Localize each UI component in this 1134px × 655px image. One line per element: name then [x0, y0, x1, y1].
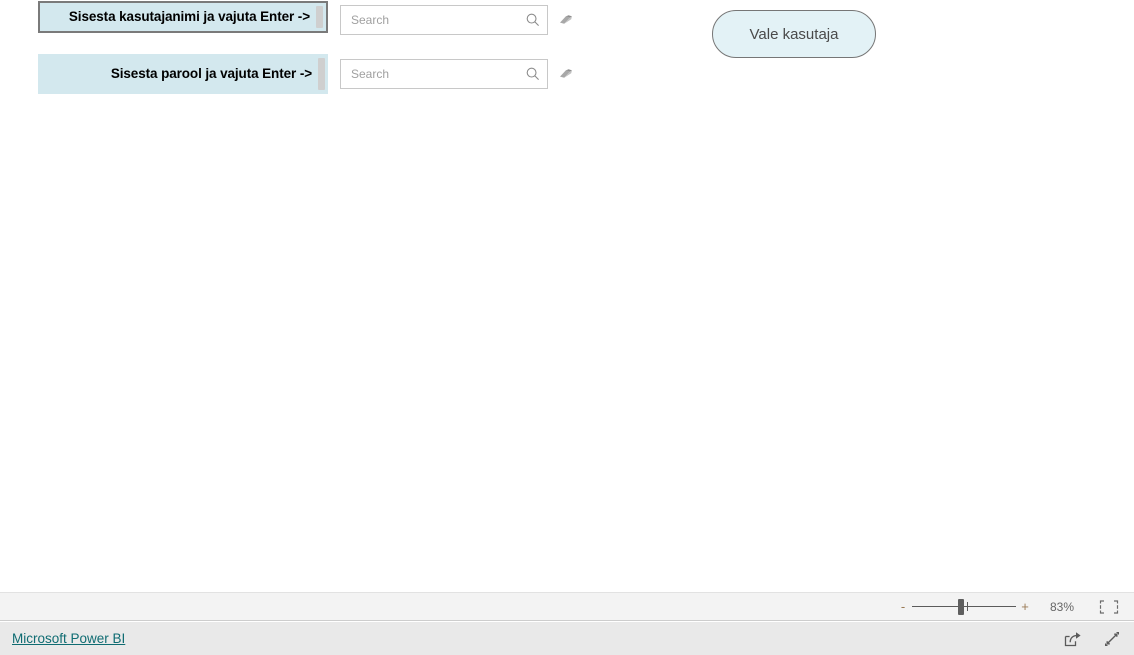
eraser-icon[interactable]	[556, 11, 574, 29]
search-input-username[interactable]	[351, 6, 521, 34]
search-box-username[interactable]	[340, 5, 548, 35]
search-icon	[526, 67, 539, 80]
microsoft-power-bi-link[interactable]: Microsoft Power BI	[12, 631, 125, 646]
wrong-user-button[interactable]: Vale kasutaja	[712, 10, 876, 58]
zoom-level-label: 83%	[1049, 599, 1075, 614]
eraser-icon[interactable]	[556, 65, 574, 83]
search-icon	[526, 13, 539, 26]
zoom-out-button[interactable]: -	[896, 600, 910, 613]
zoom-in-button[interactable]: +	[1018, 600, 1032, 613]
fit-to-page-icon[interactable]	[1098, 598, 1120, 616]
slicer-username-scrollbar[interactable]	[316, 6, 323, 28]
share-icon[interactable]	[1062, 629, 1082, 649]
search-box-password[interactable]	[340, 59, 548, 89]
footer-actions	[1062, 629, 1122, 649]
slicer-password-label: Sisesta parool ja vajuta Enter ->	[110, 65, 312, 81]
report-canvas: Sisesta kasutajanimi ja vajuta Enter -> …	[0, 0, 1134, 592]
slicer-password[interactable]: Sisesta parool ja vajuta Enter ->	[38, 54, 328, 94]
zoom-status-bar: - + 83%	[0, 592, 1134, 621]
zoom-slider-track	[912, 605, 1016, 607]
zoom-slider-tick	[967, 601, 969, 611]
power-bi-report: Sisesta kasutajanimi ja vajuta Enter -> …	[0, 0, 1134, 655]
slicer-password-scrollbar[interactable]	[318, 58, 325, 90]
report-footer: Microsoft Power BI	[0, 622, 1134, 655]
slicer-username-label: Sisesta kasutajanimi ja vajuta Enter ->	[68, 8, 310, 24]
slicer-username[interactable]: Sisesta kasutajanimi ja vajuta Enter ->	[38, 1, 328, 33]
zoom-slider-thumb[interactable]	[957, 598, 964, 615]
fullscreen-icon[interactable]	[1102, 629, 1122, 649]
zoom-slider[interactable]	[912, 598, 1016, 616]
wrong-user-button-label: Vale kasutaja	[749, 25, 839, 43]
search-input-password[interactable]	[351, 60, 521, 88]
